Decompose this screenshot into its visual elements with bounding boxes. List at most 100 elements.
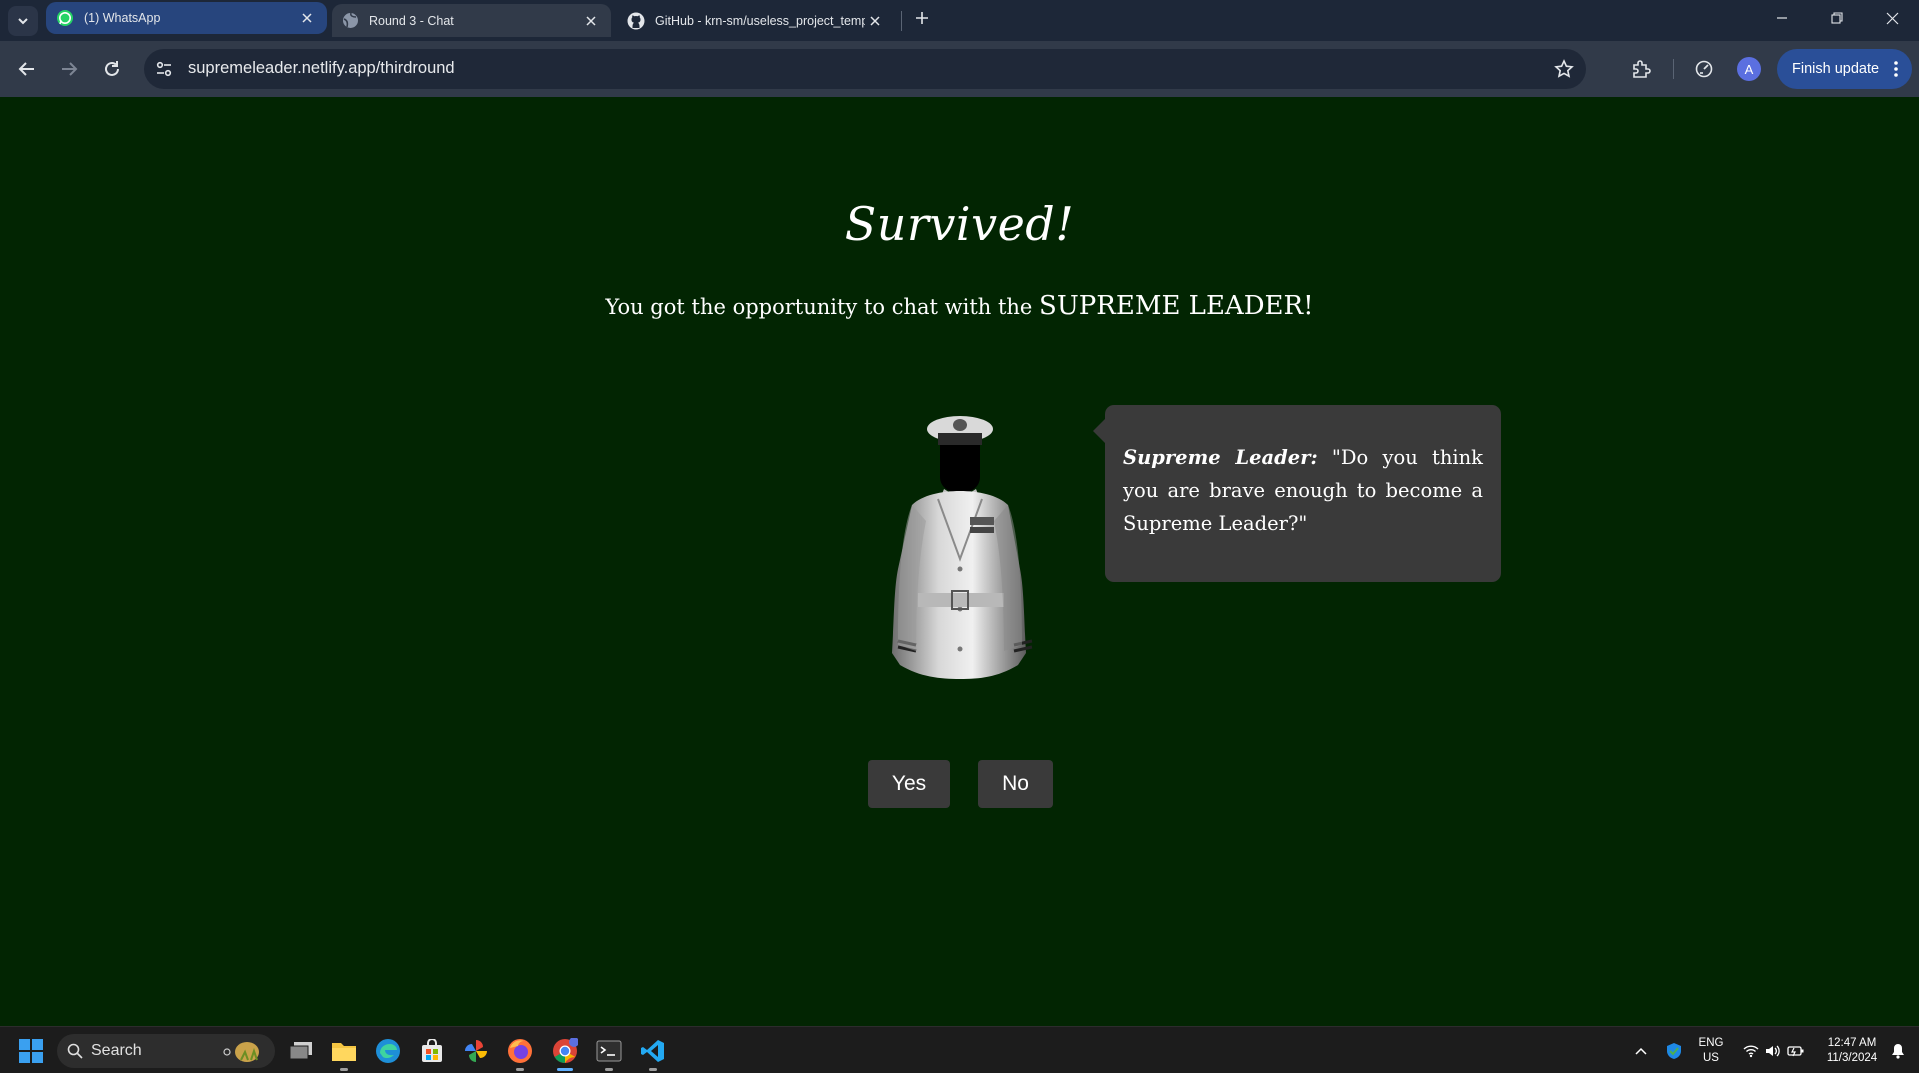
tab-label: GitHub - krn-sm/useless_project_temp	[655, 13, 865, 28]
reload-icon	[105, 61, 119, 76]
volume-icon	[1766, 1045, 1780, 1056]
subtitle-emphasis: SUPREME LEADER!	[1039, 291, 1314, 321]
close-tab-button[interactable]	[581, 11, 601, 31]
defender-tray[interactable]	[1662, 1027, 1686, 1073]
forward-button[interactable]	[54, 54, 84, 84]
taskbar-file-explorer[interactable]	[328, 1035, 360, 1071]
show-hidden-icons[interactable]	[1630, 1027, 1652, 1073]
subtitle-text: You got the opportunity to chat with the	[605, 295, 1040, 319]
bookmark-button[interactable]	[1552, 57, 1576, 81]
taskbar-store[interactable]	[416, 1035, 448, 1067]
finish-update-button[interactable]: Finish update	[1777, 49, 1912, 89]
new-tab-button[interactable]	[910, 6, 934, 30]
chevron-up-icon	[1635, 1047, 1647, 1055]
chrome-icon	[553, 1038, 578, 1063]
reload-button[interactable]	[97, 54, 127, 84]
task-view-icon	[289, 1042, 312, 1060]
more-vert-icon	[1894, 61, 1898, 77]
pinwheel-icon	[465, 1040, 487, 1062]
globe-icon	[343, 12, 358, 28]
performance-button[interactable]	[1691, 56, 1717, 82]
address-bar[interactable]: supremeleader.netlify.app/thirdround	[144, 49, 1586, 89]
clock-date: 11/3/2024	[1826, 1051, 1878, 1064]
taskbar-search[interactable]: Search	[57, 1034, 275, 1068]
tab-search-button[interactable]	[8, 6, 38, 36]
bell-icon	[1892, 1043, 1904, 1059]
profile-avatar[interactable]: A	[1737, 57, 1761, 81]
arrow-right-icon	[62, 62, 78, 76]
close-window-button[interactable]	[1865, 0, 1919, 36]
language-indicator[interactable]: ENG US	[1694, 1027, 1728, 1073]
store-icon	[422, 1039, 442, 1062]
browser-toolbar: supremeleader.netlify.app/thirdround A F…	[0, 41, 1919, 97]
folder-icon	[332, 1043, 356, 1061]
tab-label: Round 3 - Chat	[369, 13, 454, 28]
windows-taskbar: Search ENG US 12:47 AM 11/3/2024	[0, 1026, 1919, 1073]
page-content: Survived! You got the opportunity to cha…	[0, 97, 1919, 1026]
close-icon	[870, 15, 880, 26]
whatsapp-icon	[57, 10, 73, 26]
terminal-icon	[596, 1040, 622, 1062]
page-title: Survived!	[844, 197, 1075, 251]
taskbar-photos[interactable]	[460, 1035, 492, 1067]
active-indicator	[557, 1068, 573, 1071]
search-highlight-icon	[223, 1042, 259, 1062]
speaker-name: Supreme Leader:	[1123, 446, 1318, 469]
windows-start-icon[interactable]	[19, 1039, 43, 1063]
taskbar-edge[interactable]	[372, 1035, 404, 1067]
restore-icon	[1831, 12, 1843, 24]
minimize-button[interactable]	[1755, 0, 1809, 36]
page-subtitle: You got the opportunity to chat with the…	[0, 291, 1919, 321]
clock[interactable]: 12:47 AM 11/3/2024	[1816, 1027, 1888, 1073]
close-icon	[586, 15, 596, 26]
battery-icon	[1787, 1045, 1804, 1056]
close-icon	[302, 13, 312, 23]
close-tab-button[interactable]	[865, 11, 885, 31]
site-info-button[interactable]	[152, 57, 176, 81]
url-text[interactable]: supremeleader.netlify.app/thirdround	[188, 59, 455, 78]
tab-label: (1) WhatsApp	[84, 11, 161, 25]
shield-icon	[1667, 1042, 1681, 1059]
notifications-button[interactable]	[1886, 1027, 1910, 1073]
running-indicator	[605, 1068, 613, 1071]
close-tab-button[interactable]	[297, 8, 317, 28]
finish-update-label: Finish update	[1792, 61, 1880, 77]
plus-icon	[916, 12, 928, 24]
edge-icon	[376, 1039, 400, 1063]
quick-settings[interactable]	[1738, 1027, 1810, 1073]
clock-time: 12:47 AM	[1827, 1036, 1877, 1049]
extensions-button[interactable]	[1628, 56, 1654, 82]
running-indicator	[516, 1068, 524, 1071]
tab-strip: (1) WhatsApp Round 3 - Chat GitHub - krn…	[0, 0, 1919, 41]
taskbar-vscode[interactable]	[637, 1035, 669, 1071]
no-button[interactable]: No	[978, 760, 1053, 808]
tab-divider	[901, 11, 902, 31]
minimize-icon	[1777, 17, 1787, 19]
github-icon	[627, 12, 645, 29]
running-indicator	[649, 1068, 657, 1071]
firefox-icon	[508, 1039, 532, 1063]
taskbar-firefox[interactable]	[504, 1035, 536, 1071]
region-code: US	[1703, 1051, 1719, 1064]
running-indicator	[340, 1068, 348, 1071]
toolbar-divider	[1673, 59, 1674, 79]
taskbar-chrome[interactable]	[549, 1035, 581, 1071]
search-label: Search	[91, 1042, 142, 1059]
tab-whatsapp[interactable]: (1) WhatsApp	[46, 2, 327, 34]
chevron-down-icon	[18, 18, 28, 25]
supreme-leader-image	[892, 416, 1033, 679]
yes-button[interactable]: Yes	[868, 760, 950, 808]
speedometer-icon	[1695, 60, 1713, 78]
taskbar-task-view[interactable]	[285, 1035, 317, 1067]
back-button[interactable]	[12, 54, 42, 84]
puzzle-icon	[1633, 60, 1651, 78]
tune-icon	[156, 61, 172, 77]
speech-bubble: Supreme Leader: "Do you think you are br…	[1093, 405, 1501, 582]
tab-github[interactable]: GitHub - krn-sm/useless_project_temp	[617, 4, 895, 37]
arrow-left-icon	[18, 62, 34, 76]
close-icon	[1886, 12, 1898, 24]
restore-button[interactable]	[1810, 0, 1864, 36]
language-code: ENG	[1698, 1036, 1724, 1049]
taskbar-terminal[interactable]	[593, 1035, 625, 1071]
tab-round-3-chat[interactable]: Round 3 - Chat	[332, 4, 611, 37]
